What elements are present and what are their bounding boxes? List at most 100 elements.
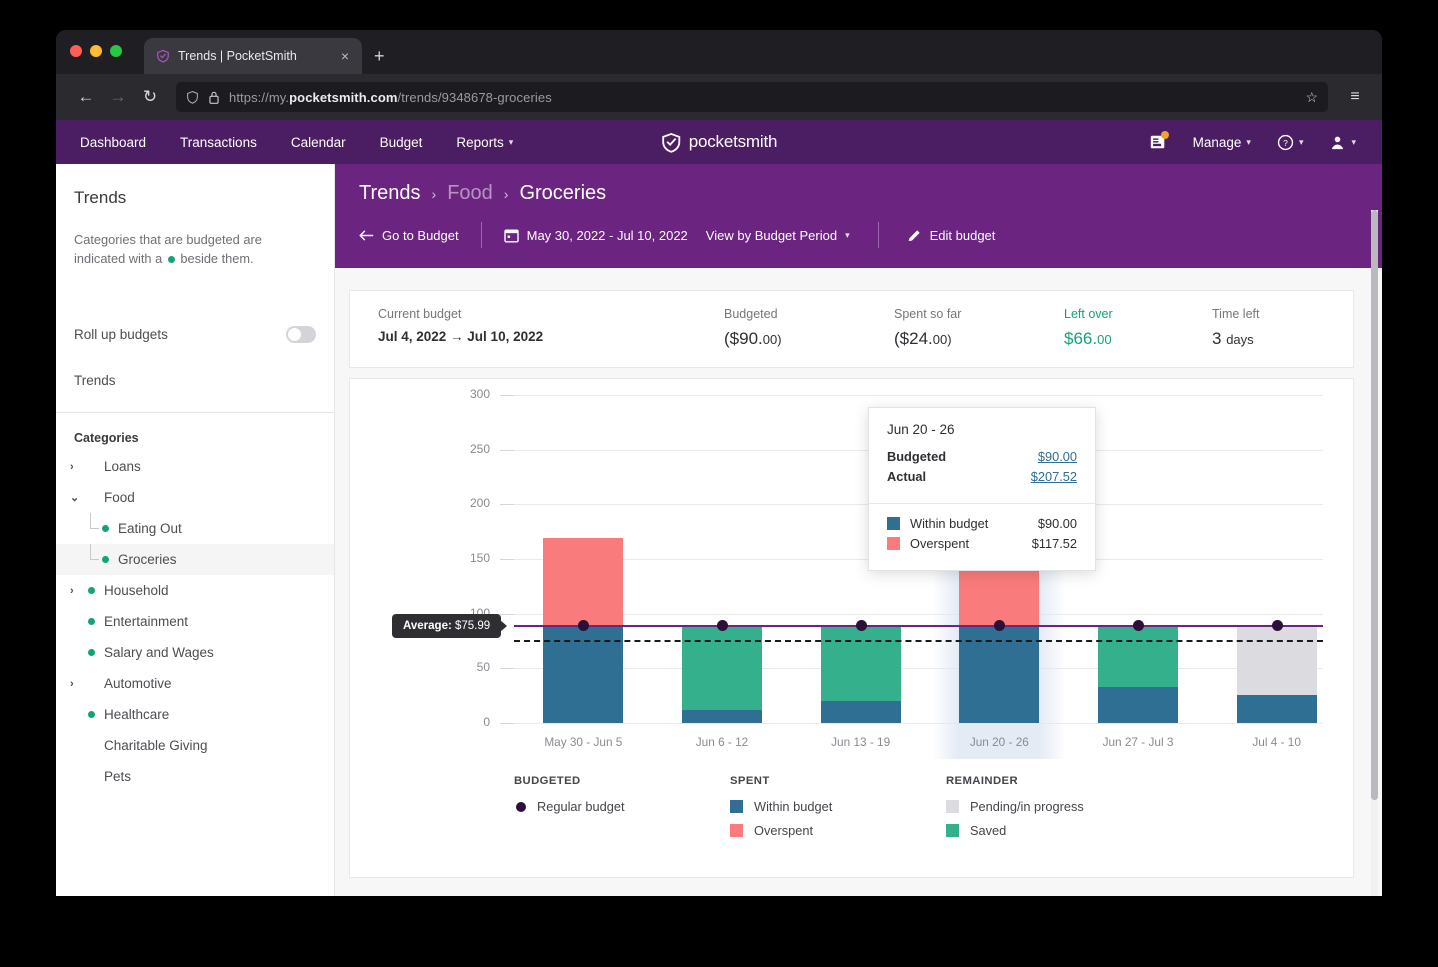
manage-menu[interactable]: Manage ▾	[1193, 135, 1251, 150]
legend-item[interactable]: Overspent	[730, 823, 946, 838]
rollup-budgets-toggle[interactable]	[286, 326, 316, 343]
arrow-left-icon	[359, 229, 374, 242]
nav-budget[interactable]: Budget	[380, 135, 423, 150]
breadcrumb-trends[interactable]: Trends	[359, 182, 421, 205]
stat-label: Budgeted	[724, 307, 894, 321]
sidebar-item-label: Healthcare	[104, 707, 169, 722]
chart-gridline	[514, 395, 1323, 396]
pocketsmith-logo[interactable]: pocketsmith	[661, 132, 778, 153]
legend-group-spent: SPENTWithin budgetOverspent	[730, 775, 946, 847]
legend-group-remainder: REMAINDERPending/in progressSaved	[946, 775, 1162, 847]
url-domain: pocketsmith.com	[289, 90, 397, 105]
sidebar-item-automotive[interactable]: ›Automotive	[56, 668, 334, 699]
sidebar-item-salary-and-wages[interactable]: ›Salary and Wages	[56, 637, 334, 668]
chart-tick	[500, 395, 514, 396]
close-window-button[interactable]	[70, 45, 82, 57]
page-header: Trends › Food › Groceries Go to Budget	[335, 164, 1382, 268]
chevron-right-icon[interactable]: ›	[70, 616, 88, 628]
x-axis-tick-label: Jun 27 - Jul 3	[1068, 735, 1208, 749]
budget-dot-icon	[88, 711, 101, 718]
browser-menu-icon[interactable]: ≡	[1342, 88, 1368, 106]
page-scrollbar[interactable]	[1371, 210, 1378, 896]
address-bar[interactable]: https://my.pocketsmith.com/trends/934867…	[176, 82, 1328, 112]
minimize-window-button[interactable]	[90, 45, 102, 57]
sidebar-item-entertainment[interactable]: ›Entertainment	[56, 606, 334, 637]
edit-budget-button[interactable]: Edit budget	[907, 228, 996, 243]
chevron-right-icon[interactable]: ›	[70, 771, 88, 783]
chart-bar-segment	[543, 538, 623, 624]
chart-bar-column[interactable]	[543, 395, 623, 723]
sidebar-item-charitable-giving[interactable]: ›Charitable Giving	[56, 730, 334, 761]
chart-bar-column[interactable]	[1098, 395, 1178, 723]
sidebar-item-trends[interactable]: Trends	[56, 373, 334, 388]
close-tab-icon[interactable]: ×	[338, 47, 352, 65]
chart-bar-column[interactable]	[1237, 395, 1317, 723]
breadcrumb: Trends › Food › Groceries	[335, 182, 1382, 205]
y-axis-tick-label: 250	[450, 442, 490, 456]
sidebar-item-groceries[interactable]: Groceries	[56, 544, 334, 575]
tooltip-row-value[interactable]: $207.52	[1031, 469, 1077, 484]
nav-label: Reports	[456, 135, 503, 150]
sidebar-item-pets[interactable]: ›Pets	[56, 761, 334, 792]
y-axis-tick-label: 0	[450, 715, 490, 729]
chart-tooltip: Jun 20 - 26 Budgeted$90.00Actual$207.52 …	[868, 407, 1096, 571]
stat-value: Jul 4, 2022 → Jul 10, 2022	[378, 329, 724, 344]
chevron-right-icon[interactable]: ›	[70, 709, 88, 721]
account-menu[interactable]: ▾	[1329, 134, 1356, 151]
chevron-right-icon[interactable]: ›	[70, 585, 88, 597]
help-menu[interactable]: ? ▾	[1277, 134, 1304, 151]
page-toolbar: Go to Budget May 30, 2022 - Jul 10, 2022	[335, 211, 1382, 259]
breadcrumb-food[interactable]: Food	[447, 182, 493, 205]
chevron-right-icon[interactable]: ›	[70, 647, 88, 659]
sidebar-item-loans[interactable]: ›Loans	[56, 451, 334, 482]
toggle-knob	[288, 328, 301, 341]
chevron-right-icon[interactable]: ›	[70, 461, 88, 473]
scrollbar-thumb[interactable]	[1371, 210, 1378, 800]
sidebar-item-household[interactable]: ›Household	[56, 575, 334, 606]
stat-value: $66.00	[1064, 329, 1212, 349]
view-by-label: View by Budget Period	[706, 228, 837, 243]
view-by-dropdown[interactable]: View by Budget Period ▾	[706, 228, 850, 243]
legend-item[interactable]: Saved	[946, 823, 1162, 838]
legend-item[interactable]: Within budget	[730, 799, 946, 814]
forward-icon[interactable]: →	[102, 82, 134, 112]
whats-new-button[interactable]	[1149, 133, 1167, 151]
nav-calendar[interactable]: Calendar	[291, 135, 346, 150]
chevron-right-icon[interactable]: ›	[70, 678, 88, 690]
go-to-budget-button[interactable]: Go to Budget	[359, 228, 459, 243]
bookmark-star-icon[interactable]: ☆	[1305, 89, 1318, 106]
nav-dashboard[interactable]: Dashboard	[80, 135, 146, 150]
nav-transactions[interactable]: Transactions	[180, 135, 257, 150]
page-body: Trends Categories that are budgeted are …	[56, 164, 1382, 896]
regular-budget-marker[interactable]	[856, 620, 867, 631]
sidebar-item-food[interactable]: ⌄Food	[56, 482, 334, 513]
back-icon[interactable]: ←	[70, 82, 102, 112]
new-tab-button[interactable]: +	[374, 46, 385, 67]
chart-tick	[500, 723, 514, 724]
chart-tick	[500, 450, 514, 451]
legend-group-header: BUDGETED	[514, 775, 730, 787]
sidebar-item-eating-out[interactable]: Eating Out	[56, 513, 334, 544]
x-axis-tick-label: May 30 - Jun 5	[513, 735, 653, 749]
regular-budget-marker[interactable]	[1272, 620, 1283, 631]
legend-item[interactable]: Pending/in progress	[946, 799, 1162, 814]
date-range-picker[interactable]: May 30, 2022 - Jul 10, 2022	[504, 228, 688, 243]
legend-item[interactable]: Regular budget	[514, 799, 730, 814]
tooltip-row-value[interactable]: $90.00	[1038, 449, 1077, 464]
color-swatch	[730, 800, 743, 813]
chevron-down-icon[interactable]: ⌄	[70, 491, 88, 504]
reload-icon[interactable]: ↻	[134, 82, 166, 112]
categories-header: Categories	[56, 413, 334, 451]
nav-reports[interactable]: Reports▾	[456, 135, 513, 150]
chevron-right-icon[interactable]: ›	[70, 740, 88, 752]
nav-label: Transactions	[180, 135, 257, 150]
chart-bar-column[interactable]	[682, 395, 762, 723]
toolbar-divider	[878, 222, 879, 248]
sidebar-item-healthcare[interactable]: › Healthcare	[56, 699, 334, 730]
maximize-window-button[interactable]	[110, 45, 122, 57]
chart-bar-segment	[682, 625, 762, 710]
app-navbar: Dashboard Transactions Calendar Budget R…	[56, 120, 1382, 164]
nav-label: Calendar	[291, 135, 346, 150]
browser-toolbar: ← → ↻ https://my.pocketsmith.com/trends/…	[56, 74, 1382, 120]
browser-tab[interactable]: Trends | PocketSmith ×	[144, 38, 362, 74]
